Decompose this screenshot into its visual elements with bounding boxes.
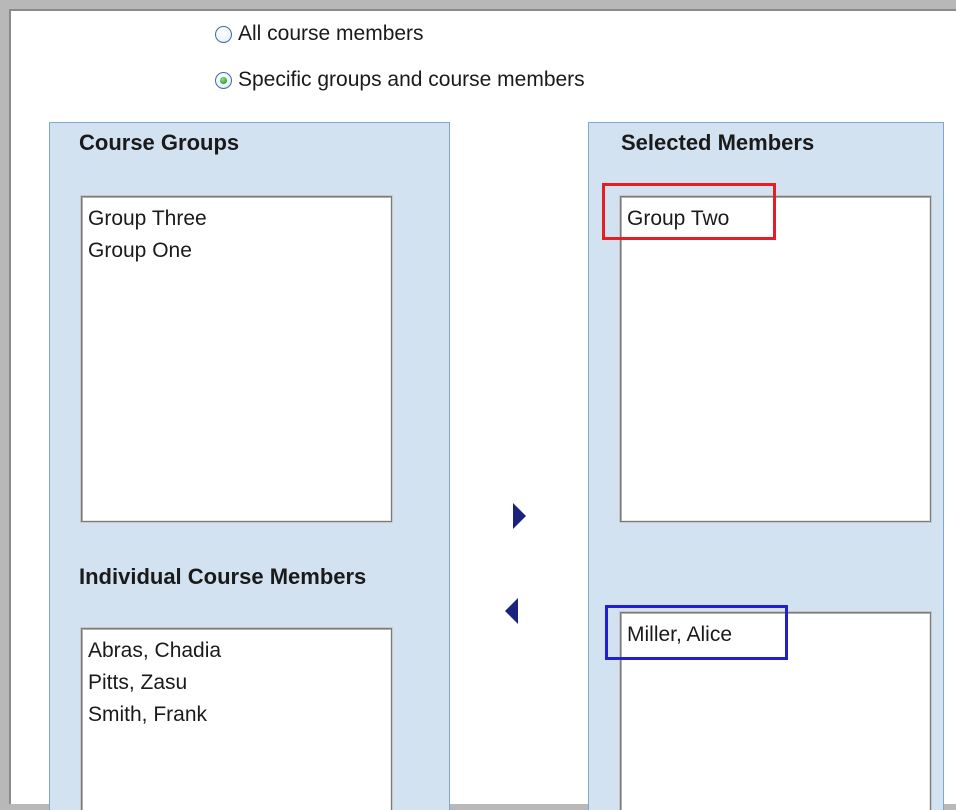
radio-label-specific: Specific groups and course members (238, 68, 585, 91)
window-frame-inner-top (9, 9, 956, 11)
list-item[interactable]: Abras, Chadia (88, 635, 385, 667)
window-frame-top (0, 0, 956, 9)
individual-members-heading: Individual Course Members (79, 564, 367, 589)
radio-selected-dot (220, 76, 227, 84)
selected-groups-listbox[interactable]: Group Two (619, 195, 932, 523)
radio-all-course-members[interactable]: All course members (215, 22, 424, 46)
window-frame-left (0, 0, 9, 810)
window-frame-inner-left (9, 9, 11, 810)
screen: All course members Specific groups and c… (0, 0, 956, 810)
list-item[interactable]: Smith, Frank (88, 699, 385, 731)
radio-label-all: All course members (238, 22, 424, 45)
selected-members-heading: Selected Members (621, 130, 815, 155)
course-groups-listbox[interactable]: Group Three Group One (80, 195, 393, 523)
radio-specific-groups[interactable]: Specific groups and course members (215, 68, 585, 92)
radio-button-all[interactable] (215, 25, 232, 43)
selected-members-listbox[interactable]: Miller, Alice (619, 611, 932, 810)
individual-members-listbox[interactable]: Abras, Chadia Pitts, Zasu Smith, Frank (80, 627, 393, 810)
radio-button-specific[interactable] (215, 71, 232, 89)
list-item[interactable]: Group Two (627, 203, 924, 235)
list-item[interactable]: Pitts, Zasu (88, 667, 385, 699)
remove-from-selected-arrow-icon[interactable] (505, 598, 518, 624)
list-item[interactable]: Group Three (88, 203, 385, 235)
add-to-selected-arrow-icon[interactable] (513, 503, 526, 529)
list-item[interactable]: Miller, Alice (627, 619, 924, 651)
list-item[interactable]: Group One (88, 235, 385, 267)
course-groups-heading: Course Groups (79, 130, 240, 155)
